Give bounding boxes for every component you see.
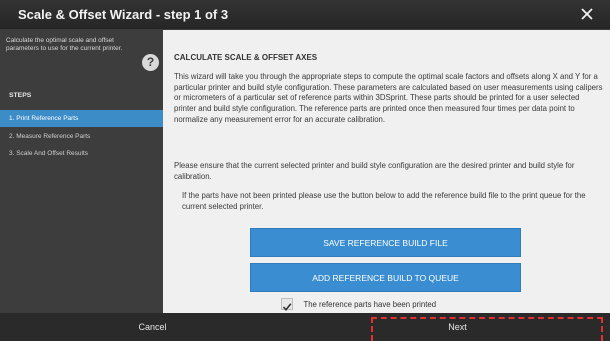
wizard-content: CALCULATE SCALE & OFFSET AXES This wizar…	[163, 30, 610, 313]
help-icon[interactable]: ?	[142, 54, 159, 71]
wizard-sidebar: Calculate the optimal scale and offset p…	[0, 30, 163, 313]
parts-printed-checkbox-row[interactable]: The reference parts have been printed	[281, 296, 437, 311]
title-bar: Scale & Offset Wizard - step 1 of 3	[0, 0, 610, 30]
add-reference-build-to-queue-button[interactable]: ADD REFERENCE BUILD TO QUEUE	[250, 263, 521, 292]
parts-printed-label: The reference parts have been printed	[303, 300, 437, 310]
content-heading: CALCULATE SCALE & OFFSET AXES	[174, 53, 318, 62]
next-button-highlight	[371, 317, 603, 341]
step-print-reference-parts[interactable]: 1. Print Reference Parts	[0, 110, 163, 127]
save-reference-build-file-button[interactable]: SAVE REFERENCE BUILD FILE	[250, 228, 521, 257]
steps-heading: STEPS	[9, 92, 32, 99]
parts-printed-checkbox[interactable]	[281, 297, 293, 311]
printer-note-paragraph: Please ensure that the current selected …	[174, 161, 575, 181]
sidebar-description: Calculate the optimal scale and offset p…	[6, 37, 123, 53]
step-measure-reference-parts[interactable]: 2. Measure Reference Parts	[0, 128, 163, 145]
intro-paragraph: This wizard will take you through the ap…	[174, 72, 603, 124]
print-instruction-paragraph: If the parts have not been printed pleas…	[182, 191, 586, 211]
cancel-button[interactable]: Cancel	[0, 313, 305, 341]
scale-offset-wizard: Scale & Offset Wizard - step 1 of 3 Calc…	[0, 0, 610, 341]
checkmark-icon	[282, 303, 292, 311]
close-icon[interactable]	[578, 5, 596, 23]
step-scale-offset-results[interactable]: 3. Scale And Offset Results	[0, 145, 163, 162]
window-title: Scale & Offset Wizard - step 1 of 3	[18, 7, 229, 22]
